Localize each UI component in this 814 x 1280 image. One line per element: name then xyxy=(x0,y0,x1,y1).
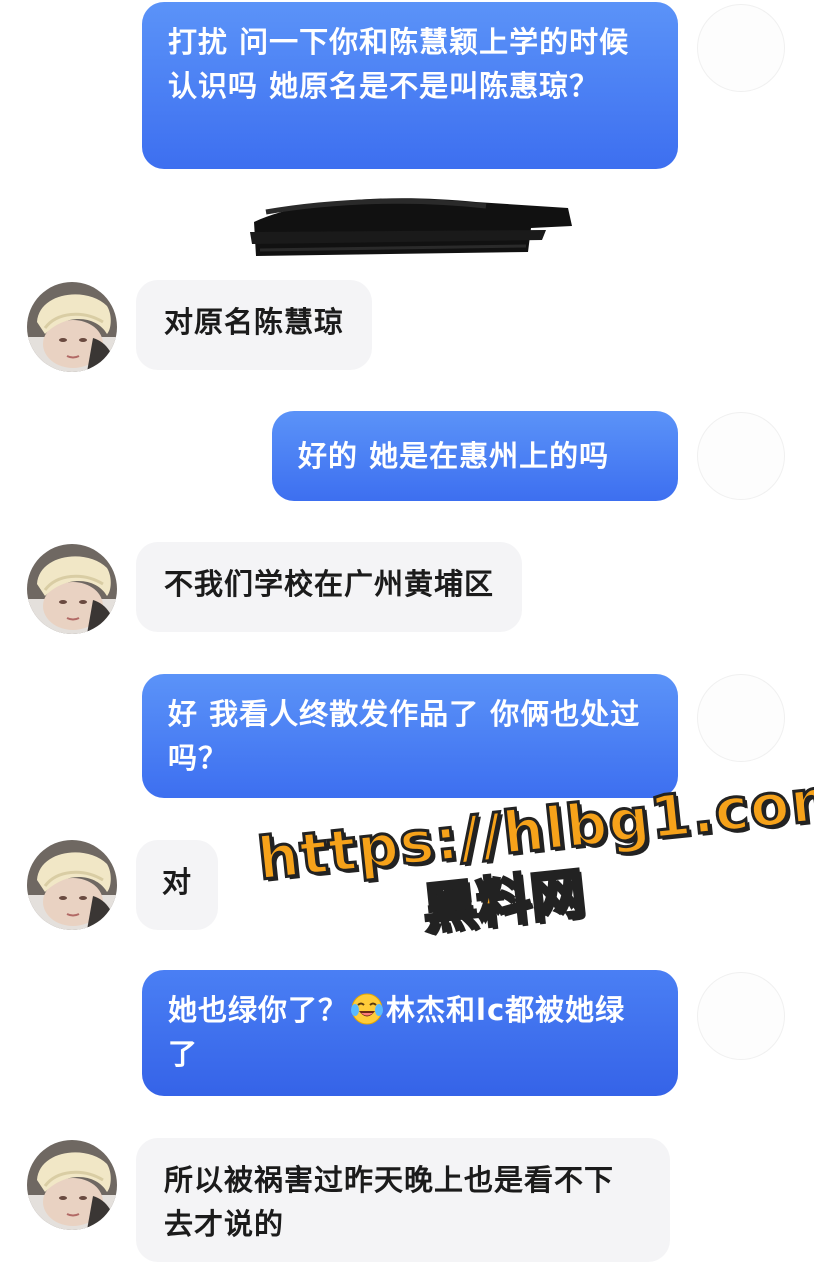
message-text: 不我们学校在广州黄埔区 xyxy=(164,567,495,601)
message-text: 对原名陈慧琼 xyxy=(164,305,345,339)
outgoing-message-bubble[interactable]: 好的 她是在惠州上的吗 xyxy=(272,411,678,501)
outgoing-message-bubble[interactable]: 打扰 问一下你和陈慧颖上学的时候认识吗 她原名是不是叫陈惠琼？ xyxy=(142,2,678,169)
outgoing-message-bubble[interactable]: 好 我看人终散发作品了 你俩也处过吗？ xyxy=(142,674,678,798)
message-text: 所以被祸害过昨天晚上也是看不下去才说的 xyxy=(164,1163,615,1241)
contact-avatar[interactable] xyxy=(27,544,117,634)
incoming-message-bubble[interactable]: 不我们学校在广州黄埔区 xyxy=(136,542,523,632)
contact-avatar[interactable] xyxy=(27,1140,117,1230)
incoming-message-bubble[interactable]: 所以被祸害过昨天晚上也是看不下去才说的 xyxy=(136,1138,670,1262)
self-avatar[interactable] xyxy=(697,674,785,762)
contact-avatar[interactable] xyxy=(27,282,117,372)
outgoing-message-bubble[interactable]: 她也绿你了？ 林杰和lc都被她绿了 xyxy=(142,970,678,1096)
incoming-message-bubble[interactable]: 对原名陈慧琼 xyxy=(136,280,373,370)
watermark-name: 黑料网 xyxy=(418,860,589,943)
self-avatar[interactable] xyxy=(697,972,785,1060)
message-text: 对 xyxy=(162,865,193,899)
contact-avatar[interactable] xyxy=(27,840,117,930)
watermark: https://hlbg1.com 黑料网 xyxy=(253,762,814,995)
crying-laughing-emoji-icon xyxy=(351,993,384,1025)
self-avatar[interactable] xyxy=(697,412,785,500)
message-text: 好 我看人终散发作品了 你俩也处过吗？ xyxy=(168,697,641,775)
message-text: 好的 她是在惠州上的吗 xyxy=(298,439,610,473)
redaction-scribble xyxy=(246,192,576,268)
message-text: 她也绿你了？ xyxy=(168,993,349,1027)
message-text: 打扰 问一下你和陈慧颖上学的时候认识吗 她原名是不是叫陈惠琼？ xyxy=(168,25,630,103)
chat-conversation: 打扰 问一下你和陈慧颖上学的时候认识吗 她原名是不是叫陈惠琼？ 对原名陈慧琼 好… xyxy=(0,0,814,1280)
incoming-message-bubble[interactable]: 对 xyxy=(136,840,219,930)
self-avatar[interactable] xyxy=(697,4,785,92)
